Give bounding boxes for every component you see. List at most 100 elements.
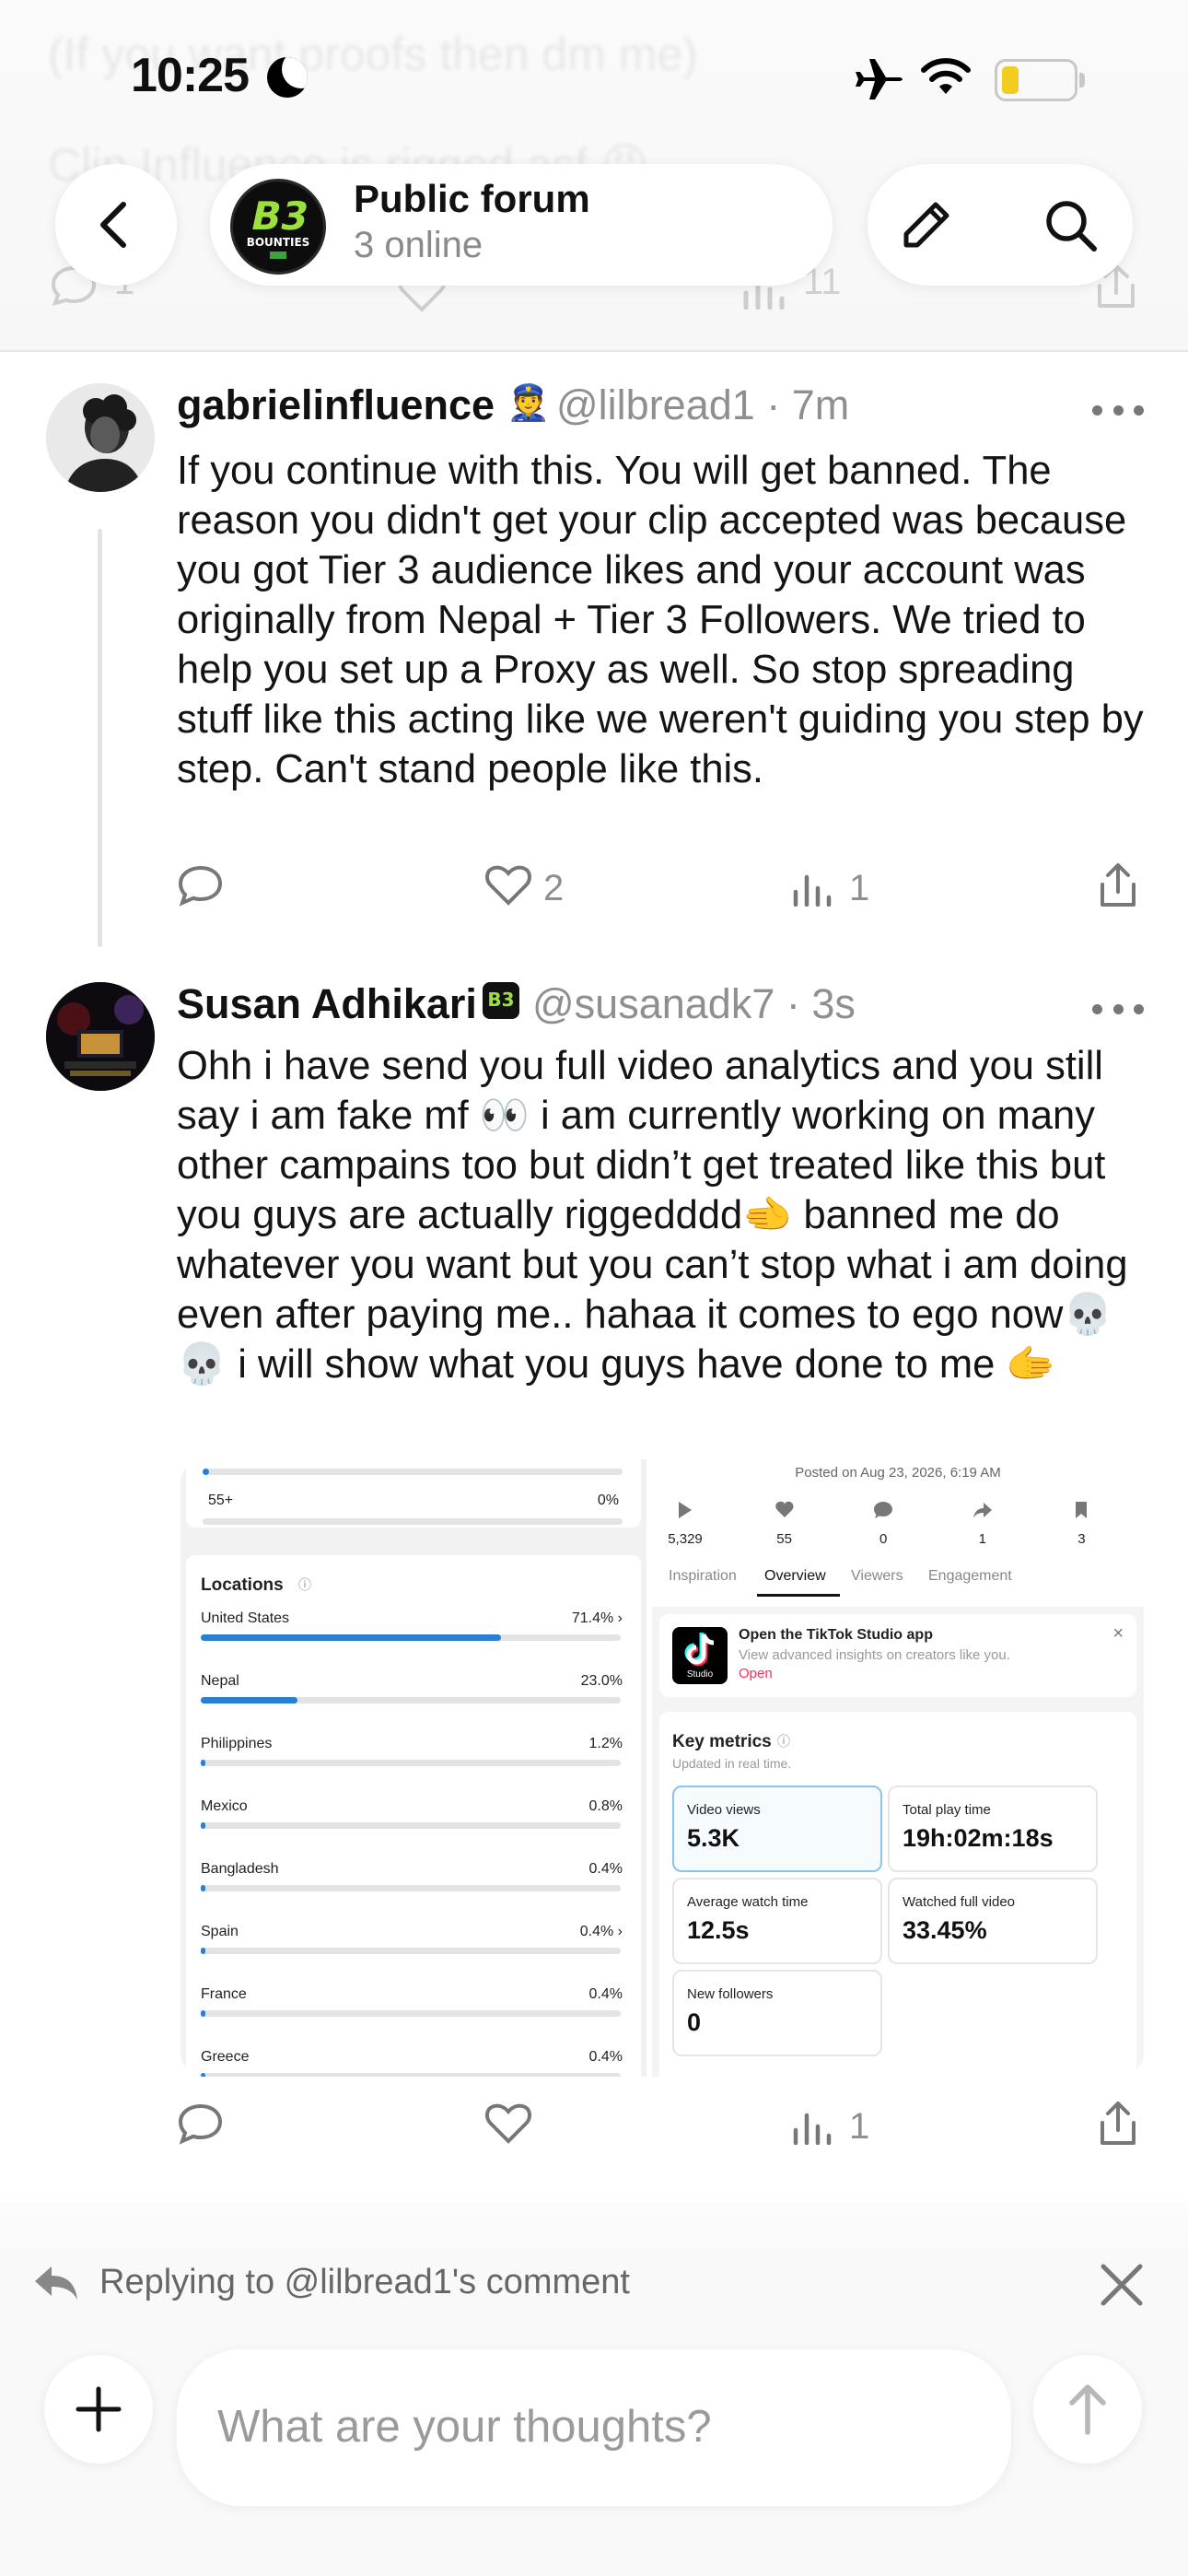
heart-icon	[485, 2103, 531, 2144]
metric-value: 19h:02m:18s	[903, 1824, 1054, 1852]
arrow-up-icon	[1069, 2384, 1106, 2435]
forum-title-pill[interactable]: B3 BOUNTIES Public forum 3 online	[210, 164, 833, 286]
views-count: 1	[849, 868, 870, 908]
video-stat-value: 55	[776, 1531, 792, 1547]
cancel-reply-button[interactable]	[1098, 2261, 1146, 2313]
key-metrics-title: Key metrics	[672, 1732, 772, 1751]
location-bar-fill	[201, 1634, 501, 1641]
tab-inspiration[interactable]: Inspiration	[669, 1568, 737, 1585]
author-name[interactable]: Susan Adhikari	[177, 980, 477, 1028]
location-country: Nepal	[201, 1673, 239, 1689]
location-bar-fill	[201, 1760, 206, 1766]
location-bar	[201, 1634, 621, 1641]
location-percent: 0.8%	[588, 1798, 623, 1814]
search-button[interactable]	[1042, 197, 1103, 258]
like-button[interactable]	[484, 864, 532, 911]
tiktok-studio-logo: Studio	[672, 1627, 728, 1684]
age-label: 55+	[208, 1493, 234, 1508]
more-options-icon[interactable]	[1092, 405, 1144, 416]
metric-box[interactable]: Watched full video 33.45%	[888, 1878, 1098, 1964]
pencil-icon	[903, 202, 949, 248]
svg-text:BOUNTIES: BOUNTIES	[247, 236, 310, 249]
share-icon	[1101, 2102, 1136, 2145]
comment-placeholder: What are your thoughts?	[217, 2402, 712, 2452]
info-icon: ⓘ	[298, 1577, 311, 1592]
chevron-left-icon	[100, 202, 126, 248]
location-bar	[201, 1948, 621, 1954]
video-stat-value: 3	[1077, 1531, 1086, 1547]
share-button[interactable]	[1098, 2101, 1138, 2151]
reply-button[interactable]	[177, 864, 225, 911]
metric-box[interactable]: New followers 0	[672, 1970, 882, 2056]
location-bar	[201, 1697, 621, 1704]
location-country: Mexico	[201, 1798, 248, 1814]
info-icon: ⓘ	[777, 1734, 790, 1749]
avatar[interactable]	[46, 982, 155, 1091]
forum-logo: B3 BOUNTIES	[230, 179, 326, 275]
age-bar	[203, 1469, 623, 1475]
metric-box[interactable]: Total play time 19h:02m:18s	[888, 1786, 1098, 1872]
views-icon	[792, 872, 836, 911]
share-button[interactable]	[1098, 862, 1138, 913]
attachment-image-locations[interactable]: 55+ 0% Locations ⓘ United States 71.4% › N…	[181, 1459, 646, 2077]
heart-icon	[775, 1500, 795, 1525]
back-button[interactable]	[55, 164, 177, 286]
metric-value: 33.45%	[903, 1916, 987, 1944]
svg-text:B3: B3	[247, 194, 313, 239]
promo-subtitle: View advanced insights on creators like …	[739, 1647, 1010, 1663]
location-percent: 1.2%	[588, 1736, 623, 1751]
wifi-icon	[919, 57, 973, 102]
location-bar	[201, 2073, 621, 2077]
location-country: Spain	[201, 1924, 239, 1939]
tab-viewers[interactable]: Viewers	[851, 1568, 903, 1585]
share-icon	[1101, 863, 1136, 907]
status-time: 10:25	[131, 49, 250, 102]
location-percent: 23.0%	[580, 1673, 623, 1689]
location-bar-fill	[201, 2073, 205, 2077]
battery-icon	[995, 59, 1085, 101]
video-stats-card: Posted on Aug 23, 2026, 6:19 AM 5,329 55 0…	[652, 1459, 1144, 1607]
comment-input[interactable]: What are your thoughts?	[177, 2349, 1011, 2506]
author-name[interactable]: gabrielinfluence	[177, 381, 495, 429]
metric-label: Watched full video	[903, 1894, 1016, 1910]
metric-box[interactable]: Average watch time 12.5s	[672, 1878, 882, 1964]
age-card: 55+ 0%	[186, 1459, 641, 1528]
tab-overview[interactable]: Overview	[764, 1568, 826, 1585]
bounties-badge-icon: B3	[483, 982, 519, 1019]
key-metrics-card: Key metrics ⓘ Updated in real time. Vide…	[659, 1712, 1136, 2077]
add-attachment-button[interactable]	[44, 2355, 153, 2464]
location-percent: 0.4% ›	[579, 1924, 623, 1939]
close-icon[interactable]: ×	[1112, 1623, 1124, 1645]
like-button[interactable]	[484, 2102, 532, 2149]
location-country: Philippines	[201, 1736, 273, 1751]
tab-engagement[interactable]: Engagement	[928, 1568, 1012, 1585]
author-handle: @susanadk7 · 3s	[532, 980, 856, 1027]
location-bar	[201, 1760, 621, 1766]
reply-button[interactable]	[177, 2102, 225, 2149]
edit-button[interactable]	[897, 197, 958, 258]
video-stat-value: 5,329	[668, 1531, 703, 1547]
bookmark-icon	[1071, 1500, 1091, 1525]
location-bar-fill	[201, 1822, 205, 1829]
header-actions	[868, 164, 1133, 286]
attachment-image-analytics[interactable]: Posted on Aug 23, 2026, 6:19 AM 5,329 55 0…	[652, 1459, 1144, 2077]
post-body: Ohh i have send you full video analytics…	[177, 1044, 1128, 1387]
focus-moon-icon	[267, 57, 308, 98]
location-percent: 0.4%	[588, 1986, 623, 2002]
location-bar-fill	[201, 2010, 205, 2017]
heart-icon	[485, 865, 531, 906]
plus-icon	[76, 2386, 122, 2432]
metric-box[interactable]: Video views 5.3K	[672, 1786, 882, 1872]
metric-value: 12.5s	[687, 1916, 750, 1944]
share-icon	[973, 1500, 993, 1525]
avatar[interactable]	[46, 383, 155, 492]
location-bar-fill	[201, 1885, 205, 1891]
tiktok-studio-promo: Studio Open the TikTok Studio app View a…	[659, 1614, 1136, 1697]
metric-label: Average watch time	[687, 1894, 809, 1910]
promo-open-link[interactable]: Open	[739, 1666, 773, 1681]
more-options-icon[interactable]	[1092, 1004, 1144, 1015]
video-stat-value: 0	[879, 1531, 888, 1547]
send-button[interactable]	[1033, 2355, 1142, 2464]
age-value: 0%	[597, 1493, 619, 1508]
locations-card: Locations ⓘ United States 71.4% › Nepal 23.…	[186, 1555, 641, 2077]
